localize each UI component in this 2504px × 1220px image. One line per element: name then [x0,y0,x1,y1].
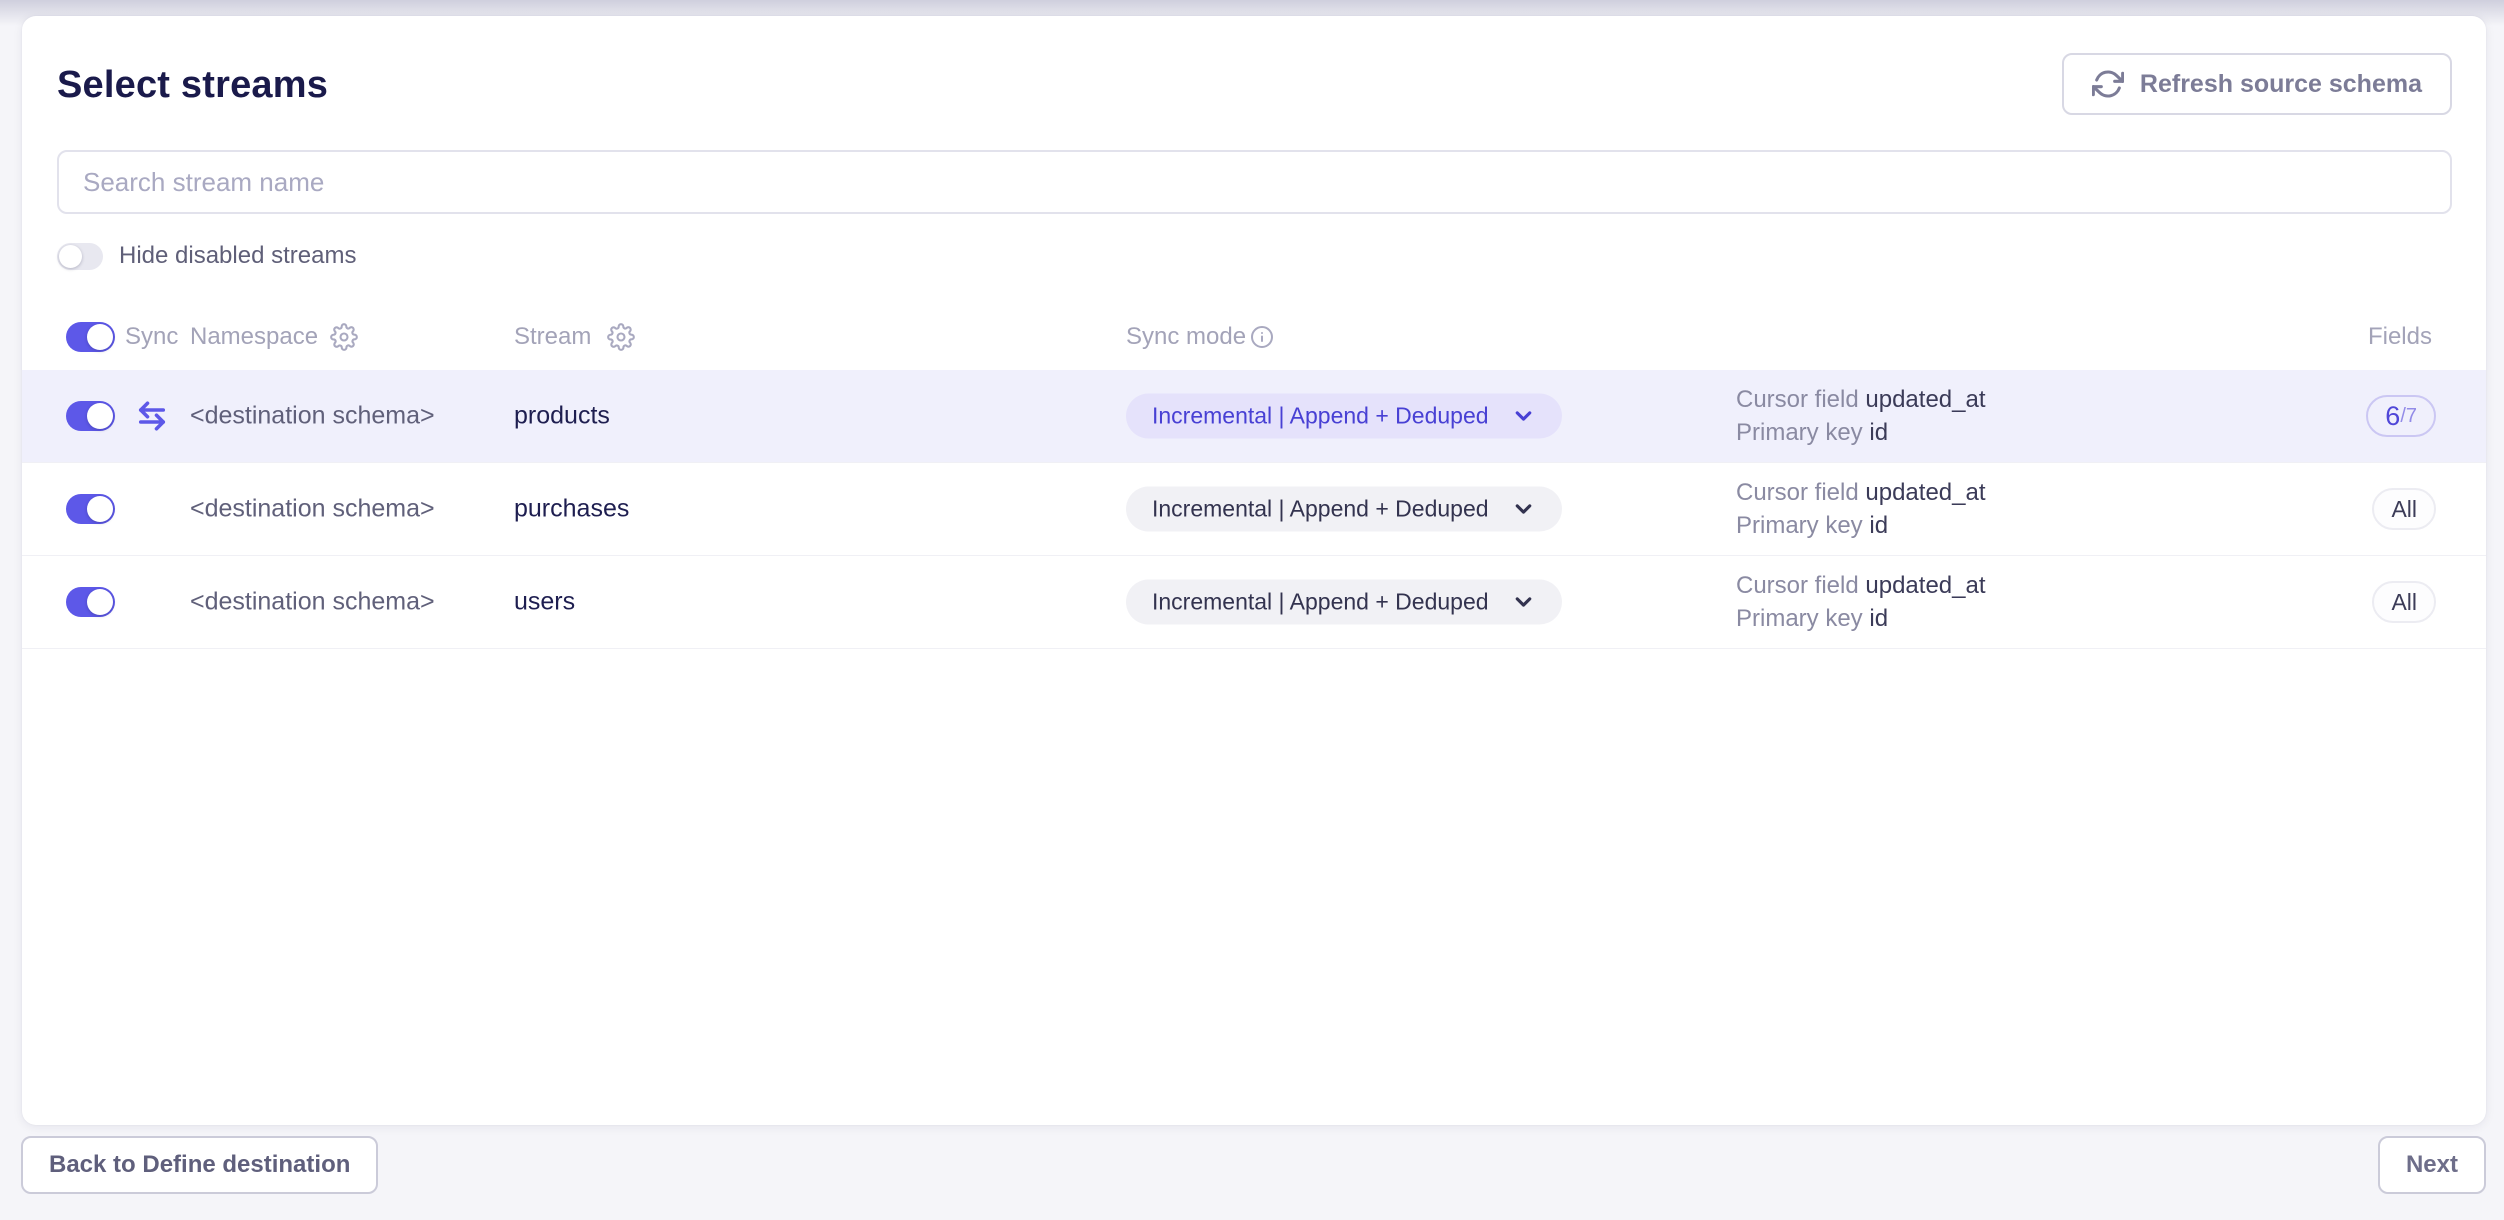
namespace-settings-gear-icon[interactable] [330,323,358,351]
hide-disabled-row: Hide disabled streams [57,238,356,274]
sync-mode-value: Incremental | Append + Deduped [1152,403,1489,430]
cursor-field-label: Cursor field [1736,479,1859,506]
sync-toggle[interactable] [66,494,115,524]
column-header-sync-mode: Sync mode [1126,323,1246,351]
fields-all-label: All [2391,496,2417,523]
select-streams-card: Select streams Refresh source schema Hid… [22,16,2486,1125]
fields-count-badge[interactable]: 6/7 [2366,395,2436,437]
sync-toggle[interactable] [66,587,115,617]
namespace-cell: <destination schema> [190,402,435,431]
sync-all-toggle[interactable] [66,322,115,352]
sync-toggle[interactable] [66,401,115,431]
refresh-icon [2092,68,2124,100]
table-header: Sync Namespace Stream Sync mode Fields [22,304,2486,370]
chevron-down-icon [1511,590,1536,615]
table-row[interactable]: <destination schema> users Incremental |… [22,556,2486,649]
toggle-knob [87,324,113,350]
primary-key-value: id [1869,512,1888,539]
cursor-field-value: updated_at [1865,479,1985,506]
sync-arrows-icon [134,398,170,434]
stream-name-cell: purchases [514,495,629,524]
primary-key-value: id [1869,419,1888,446]
next-button[interactable]: Next [2378,1136,2486,1194]
toggle-knob [87,589,113,615]
column-header-namespace: Namespace [190,323,318,351]
cursor-field-label: Cursor field [1736,572,1859,599]
cursor-field-label: Cursor field [1736,386,1859,413]
stream-name-cell: products [514,402,610,431]
back-to-define-destination-button[interactable]: Back to Define destination [21,1136,378,1194]
hide-disabled-toggle[interactable] [57,243,103,270]
sync-mode-dropdown[interactable]: Incremental | Append + Deduped [1126,487,1562,532]
sync-mode-dropdown[interactable]: Incremental | Append + Deduped [1126,580,1562,625]
stream-name-cell: users [514,588,575,617]
namespace-cell: <destination schema> [190,495,435,524]
chevron-down-icon [1511,404,1536,429]
table-row[interactable]: <destination schema> products Incrementa… [22,370,2486,463]
cursor-field-value: updated_at [1865,386,1985,413]
toggle-knob [59,245,82,268]
stream-table-body: <destination schema> products Incrementa… [22,370,2486,649]
fields-all-badge[interactable]: All [2372,581,2436,623]
primary-key-label: Primary key [1736,419,1863,446]
sync-mode-value: Incremental | Append + Deduped [1152,496,1489,523]
namespace-cell: <destination schema> [190,588,435,617]
primary-key-label: Primary key [1736,605,1863,632]
fields-all-badge[interactable]: All [2372,488,2436,530]
column-header-stream: Stream [514,323,591,351]
search-input[interactable] [57,150,2452,214]
column-header-fields: Fields [2368,323,2432,351]
sync-mode-dropdown[interactable]: Incremental | Append + Deduped [1126,394,1562,439]
cursor-pk-info: Cursor field updated_at Primary key id [1736,569,1986,635]
primary-key-label: Primary key [1736,512,1863,539]
stream-settings-gear-icon[interactable] [607,323,635,351]
hide-disabled-label: Hide disabled streams [119,242,356,270]
primary-key-value: id [1869,605,1888,632]
cursor-pk-info: Cursor field updated_at Primary key id [1736,476,1986,542]
fields-total-count: /7 [2400,405,2417,428]
toggle-knob [87,496,113,522]
cursor-field-value: updated_at [1865,572,1985,599]
info-icon[interactable] [1250,325,1274,349]
column-header-sync: Sync [125,323,178,351]
fields-all-label: All [2391,589,2417,616]
refresh-button-label: Refresh source schema [2140,70,2422,99]
page-title: Select streams [57,64,328,107]
chevron-down-icon [1511,497,1536,522]
toggle-knob [87,403,113,429]
cursor-pk-info: Cursor field updated_at Primary key id [1736,383,1986,449]
table-row[interactable]: <destination schema> purchases Increment… [22,463,2486,556]
sync-mode-value: Incremental | Append + Deduped [1152,589,1489,616]
fields-selected-count: 6 [2385,401,2400,432]
refresh-source-schema-button[interactable]: Refresh source schema [2062,53,2452,115]
